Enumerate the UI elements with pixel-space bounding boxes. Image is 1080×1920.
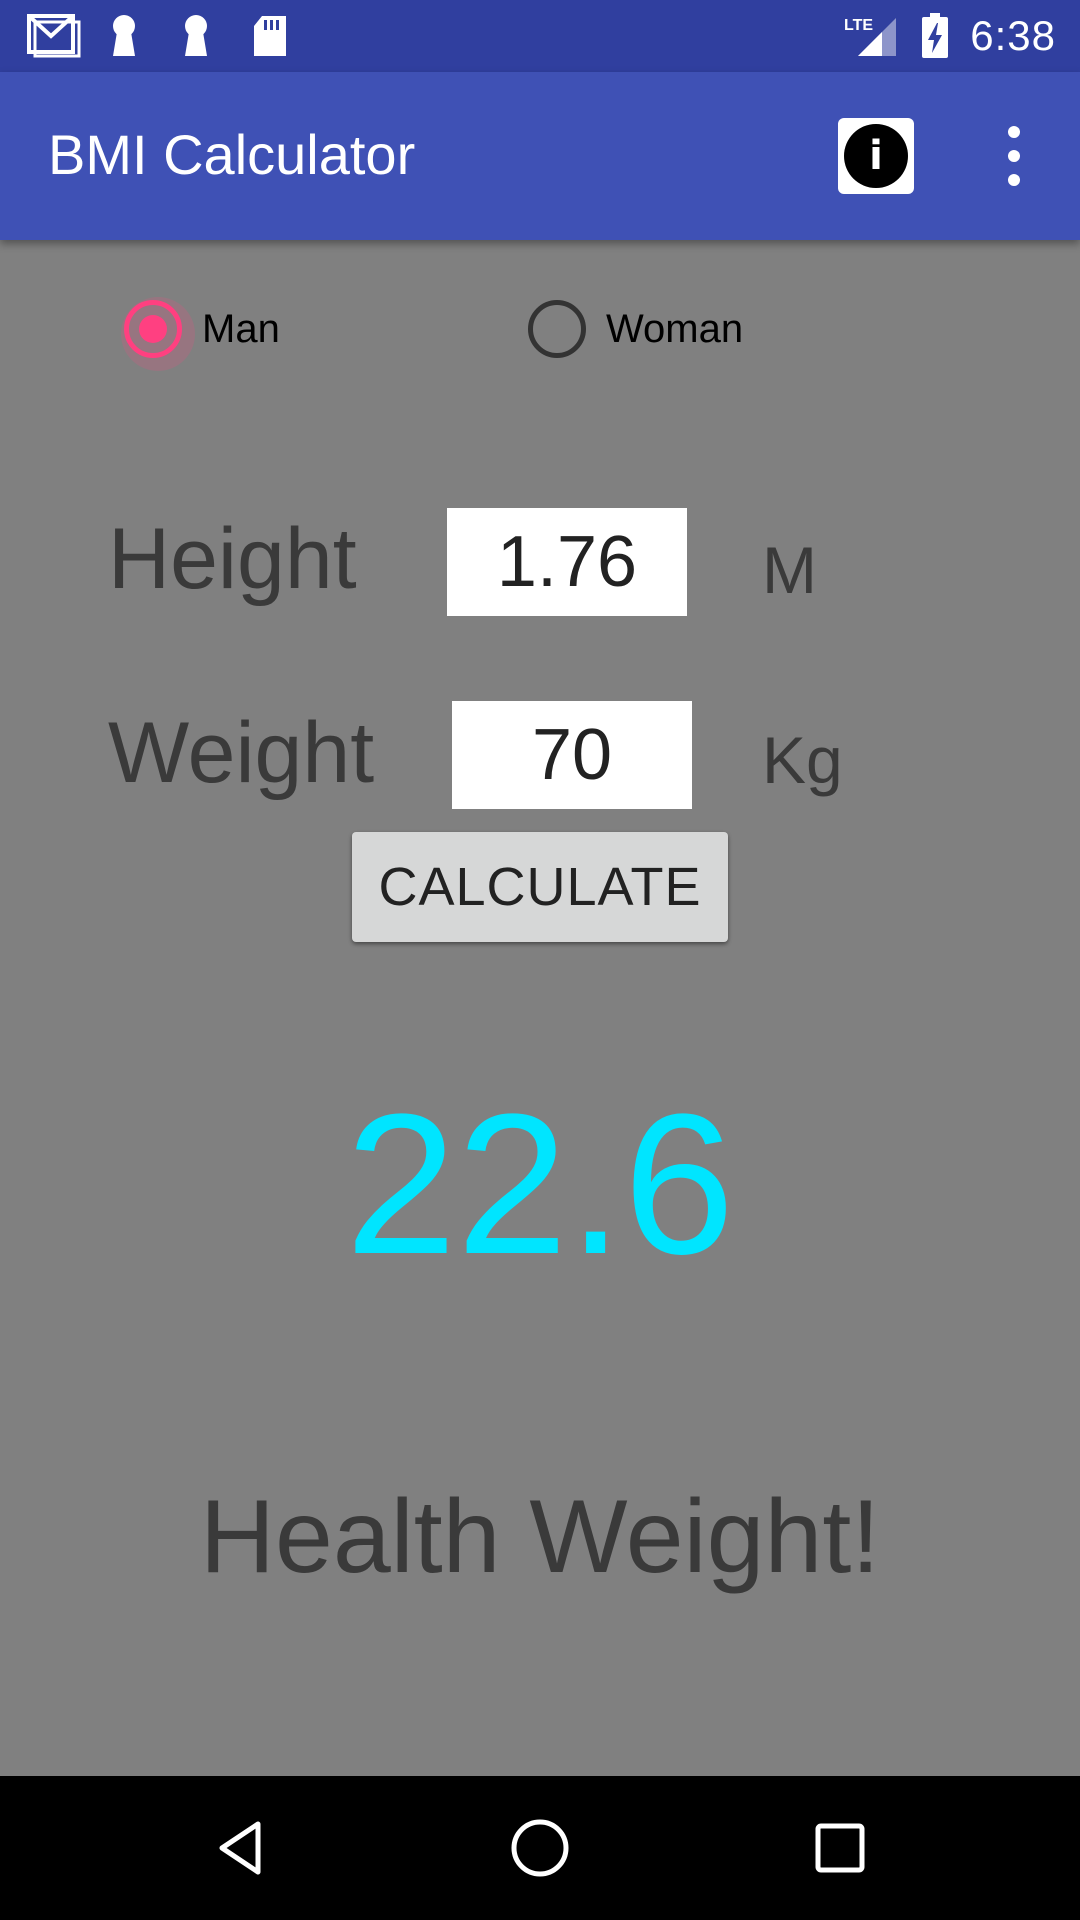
signal-icon: LTE xyxy=(842,14,898,58)
info-button[interactable]: i xyxy=(838,118,914,194)
weight-unit: Kg xyxy=(762,723,843,797)
app-bar: BMI Calculator xyxy=(0,72,1080,240)
gmail-icon xyxy=(26,14,82,58)
home-button[interactable] xyxy=(500,1808,580,1888)
radio-woman-label: Woman xyxy=(606,306,744,351)
back-button[interactable] xyxy=(200,1808,280,1888)
sd-card-icon xyxy=(252,14,288,58)
keyhole-icon xyxy=(180,14,212,58)
radio-man[interactable]: Man xyxy=(121,297,280,371)
navigation-bar xyxy=(0,1776,1080,1920)
radio-man-indicator[interactable] xyxy=(121,297,195,371)
back-icon xyxy=(219,1821,261,1875)
more-options-button[interactable] xyxy=(990,126,1038,186)
weight-input[interactable] xyxy=(452,701,692,809)
radio-woman-indicator[interactable] xyxy=(528,300,586,358)
calculate-button[interactable]: CALCULATE xyxy=(352,832,728,942)
app-title: BMI Calculator xyxy=(48,123,416,186)
recents-icon xyxy=(815,1823,865,1873)
height-label: Height xyxy=(108,511,357,607)
status-time: 6:38 xyxy=(970,12,1056,59)
recents-button[interactable] xyxy=(800,1808,880,1888)
keyhole-icon xyxy=(108,14,140,58)
svg-text:LTE: LTE xyxy=(844,17,873,34)
more-vert-icon xyxy=(1008,126,1020,138)
height-input[interactable] xyxy=(447,508,687,616)
home-icon xyxy=(511,1819,569,1877)
bmi-result: 22.6 xyxy=(345,1073,735,1296)
height-unit: M xyxy=(762,533,817,607)
health-status: Health Weight! xyxy=(199,1479,881,1595)
weight-label: Weight xyxy=(108,705,375,801)
status-bar: LTE 6:38 xyxy=(0,0,1080,72)
battery-charging-icon xyxy=(920,13,950,58)
radio-man-label: Man xyxy=(202,306,280,351)
radio-woman[interactable]: Woman xyxy=(528,300,743,358)
info-icon: i xyxy=(844,124,908,188)
